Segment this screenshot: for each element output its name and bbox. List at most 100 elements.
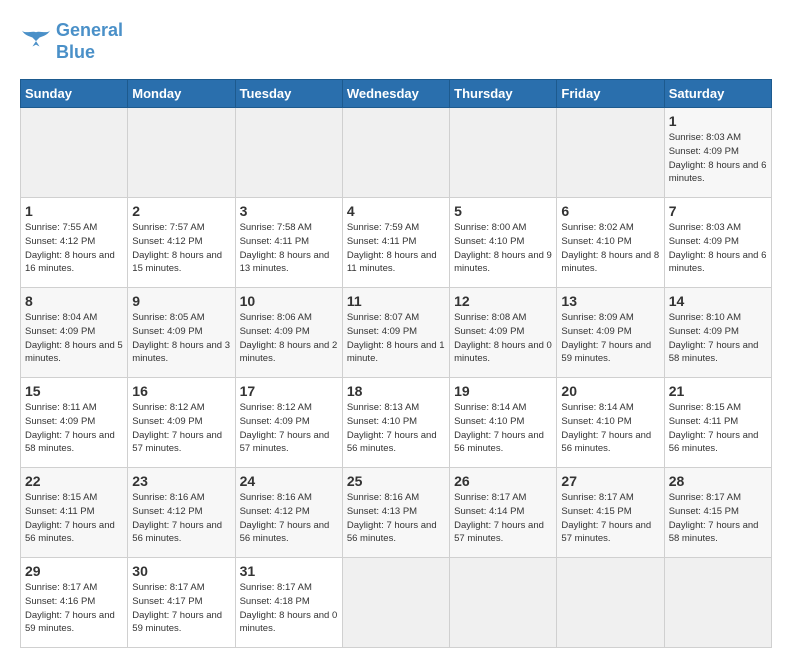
calendar-cell: 10 Sunrise: 8:06 AMSunset: 4:09 PMDaylig… [235, 288, 342, 378]
day-info: Sunrise: 7:55 AMSunset: 4:12 PMDaylight:… [25, 222, 115, 274]
day-number: 16 [132, 383, 230, 399]
day-number: 24 [240, 473, 338, 489]
week-row-5: 22 Sunrise: 8:15 AMSunset: 4:11 PMDaylig… [21, 468, 772, 558]
col-header-tuesday: Tuesday [235, 80, 342, 108]
col-header-saturday: Saturday [664, 80, 771, 108]
calendar-cell: 12 Sunrise: 8:08 AMSunset: 4:09 PMDaylig… [450, 288, 557, 378]
calendar-cell: 7 Sunrise: 8:03 AMSunset: 4:09 PMDayligh… [664, 198, 771, 288]
col-header-monday: Monday [128, 80, 235, 108]
calendar-cell: 29 Sunrise: 8:17 AMSunset: 4:16 PMDaylig… [21, 558, 128, 648]
header-row: SundayMondayTuesdayWednesdayThursdayFrid… [21, 80, 772, 108]
calendar-cell: 20 Sunrise: 8:14 AMSunset: 4:10 PMDaylig… [557, 378, 664, 468]
calendar-table: SundayMondayTuesdayWednesdayThursdayFrid… [20, 79, 772, 648]
day-number: 27 [561, 473, 659, 489]
calendar-cell: 9 Sunrise: 8:05 AMSunset: 4:09 PMDayligh… [128, 288, 235, 378]
day-number: 9 [132, 293, 230, 309]
day-info: Sunrise: 8:07 AMSunset: 4:09 PMDaylight:… [347, 312, 445, 364]
day-number: 4 [347, 203, 445, 219]
calendar-cell: 24 Sunrise: 8:16 AMSunset: 4:12 PMDaylig… [235, 468, 342, 558]
calendar-cell [128, 108, 235, 198]
calendar-cell [557, 558, 664, 648]
page-header: General Blue [20, 20, 772, 63]
calendar-cell: 1 Sunrise: 8:03 AMSunset: 4:09 PMDayligh… [664, 108, 771, 198]
day-info: Sunrise: 8:06 AMSunset: 4:09 PMDaylight:… [240, 312, 338, 364]
day-number: 11 [347, 293, 445, 309]
calendar-cell: 31 Sunrise: 8:17 AMSunset: 4:18 PMDaylig… [235, 558, 342, 648]
day-info: Sunrise: 8:17 AMSunset: 4:16 PMDaylight:… [25, 582, 115, 634]
week-row-1: 1 Sunrise: 8:03 AMSunset: 4:09 PMDayligh… [21, 108, 772, 198]
week-row-2: 1 Sunrise: 7:55 AMSunset: 4:12 PMDayligh… [21, 198, 772, 288]
day-info: Sunrise: 8:14 AMSunset: 4:10 PMDaylight:… [454, 402, 544, 454]
calendar-cell [235, 108, 342, 198]
day-number: 26 [454, 473, 552, 489]
calendar-cell: 15 Sunrise: 8:11 AMSunset: 4:09 PMDaylig… [21, 378, 128, 468]
calendar-cell: 4 Sunrise: 7:59 AMSunset: 4:11 PMDayligh… [342, 198, 449, 288]
day-info: Sunrise: 8:12 AMSunset: 4:09 PMDaylight:… [132, 402, 222, 454]
calendar-cell: 19 Sunrise: 8:14 AMSunset: 4:10 PMDaylig… [450, 378, 557, 468]
calendar-cell: 8 Sunrise: 8:04 AMSunset: 4:09 PMDayligh… [21, 288, 128, 378]
day-info: Sunrise: 8:17 AMSunset: 4:15 PMDaylight:… [669, 492, 759, 544]
calendar-cell: 6 Sunrise: 8:02 AMSunset: 4:10 PMDayligh… [557, 198, 664, 288]
day-number: 18 [347, 383, 445, 399]
day-number: 28 [669, 473, 767, 489]
day-info: Sunrise: 8:15 AMSunset: 4:11 PMDaylight:… [669, 402, 759, 454]
day-number: 17 [240, 383, 338, 399]
day-info: Sunrise: 8:17 AMSunset: 4:15 PMDaylight:… [561, 492, 651, 544]
calendar-cell [664, 558, 771, 648]
day-info: Sunrise: 8:02 AMSunset: 4:10 PMDaylight:… [561, 222, 659, 274]
day-number: 20 [561, 383, 659, 399]
calendar-cell [557, 108, 664, 198]
calendar-cell: 14 Sunrise: 8:10 AMSunset: 4:09 PMDaylig… [664, 288, 771, 378]
day-number: 8 [25, 293, 123, 309]
day-info: Sunrise: 8:17 AMSunset: 4:17 PMDaylight:… [132, 582, 222, 634]
day-number: 7 [669, 203, 767, 219]
day-info: Sunrise: 8:16 AMSunset: 4:13 PMDaylight:… [347, 492, 437, 544]
day-info: Sunrise: 8:11 AMSunset: 4:09 PMDaylight:… [25, 402, 115, 454]
day-info: Sunrise: 7:57 AMSunset: 4:12 PMDaylight:… [132, 222, 222, 274]
day-info: Sunrise: 8:00 AMSunset: 4:10 PMDaylight:… [454, 222, 552, 274]
day-info: Sunrise: 8:14 AMSunset: 4:10 PMDaylight:… [561, 402, 651, 454]
day-number: 12 [454, 293, 552, 309]
day-number: 10 [240, 293, 338, 309]
calendar-cell: 18 Sunrise: 8:13 AMSunset: 4:10 PMDaylig… [342, 378, 449, 468]
day-info: Sunrise: 8:17 AMSunset: 4:18 PMDaylight:… [240, 582, 338, 634]
calendar-cell: 17 Sunrise: 8:12 AMSunset: 4:09 PMDaylig… [235, 378, 342, 468]
calendar-cell: 16 Sunrise: 8:12 AMSunset: 4:09 PMDaylig… [128, 378, 235, 468]
day-info: Sunrise: 7:58 AMSunset: 4:11 PMDaylight:… [240, 222, 330, 274]
day-info: Sunrise: 8:17 AMSunset: 4:14 PMDaylight:… [454, 492, 544, 544]
day-info: Sunrise: 8:16 AMSunset: 4:12 PMDaylight:… [240, 492, 330, 544]
day-info: Sunrise: 8:05 AMSunset: 4:09 PMDaylight:… [132, 312, 230, 364]
calendar-cell: 2 Sunrise: 7:57 AMSunset: 4:12 PMDayligh… [128, 198, 235, 288]
day-info: Sunrise: 8:16 AMSunset: 4:12 PMDaylight:… [132, 492, 222, 544]
day-number: 22 [25, 473, 123, 489]
day-info: Sunrise: 8:08 AMSunset: 4:09 PMDaylight:… [454, 312, 552, 364]
week-row-4: 15 Sunrise: 8:11 AMSunset: 4:09 PMDaylig… [21, 378, 772, 468]
day-number: 15 [25, 383, 123, 399]
day-info: Sunrise: 8:12 AMSunset: 4:09 PMDaylight:… [240, 402, 330, 454]
calendar-cell [21, 108, 128, 198]
day-number: 3 [240, 203, 338, 219]
calendar-cell: 30 Sunrise: 8:17 AMSunset: 4:17 PMDaylig… [128, 558, 235, 648]
day-number: 5 [454, 203, 552, 219]
col-header-sunday: Sunday [21, 80, 128, 108]
day-number: 29 [25, 563, 123, 579]
day-number: 14 [669, 293, 767, 309]
calendar-cell: 26 Sunrise: 8:17 AMSunset: 4:14 PMDaylig… [450, 468, 557, 558]
week-row-6: 29 Sunrise: 8:17 AMSunset: 4:16 PMDaylig… [21, 558, 772, 648]
calendar-cell [450, 108, 557, 198]
col-header-thursday: Thursday [450, 80, 557, 108]
logo-text: General Blue [56, 20, 123, 63]
day-number: 19 [454, 383, 552, 399]
logo-icon [20, 28, 52, 56]
day-number: 1 [669, 113, 767, 129]
calendar-cell: 13 Sunrise: 8:09 AMSunset: 4:09 PMDaylig… [557, 288, 664, 378]
calendar-cell: 22 Sunrise: 8:15 AMSunset: 4:11 PMDaylig… [21, 468, 128, 558]
calendar-cell: 28 Sunrise: 8:17 AMSunset: 4:15 PMDaylig… [664, 468, 771, 558]
col-header-wednesday: Wednesday [342, 80, 449, 108]
day-number: 6 [561, 203, 659, 219]
calendar-cell [342, 558, 449, 648]
day-number: 25 [347, 473, 445, 489]
day-info: Sunrise: 8:03 AMSunset: 4:09 PMDaylight:… [669, 222, 767, 274]
day-info: Sunrise: 8:10 AMSunset: 4:09 PMDaylight:… [669, 312, 759, 364]
calendar-cell: 11 Sunrise: 8:07 AMSunset: 4:09 PMDaylig… [342, 288, 449, 378]
